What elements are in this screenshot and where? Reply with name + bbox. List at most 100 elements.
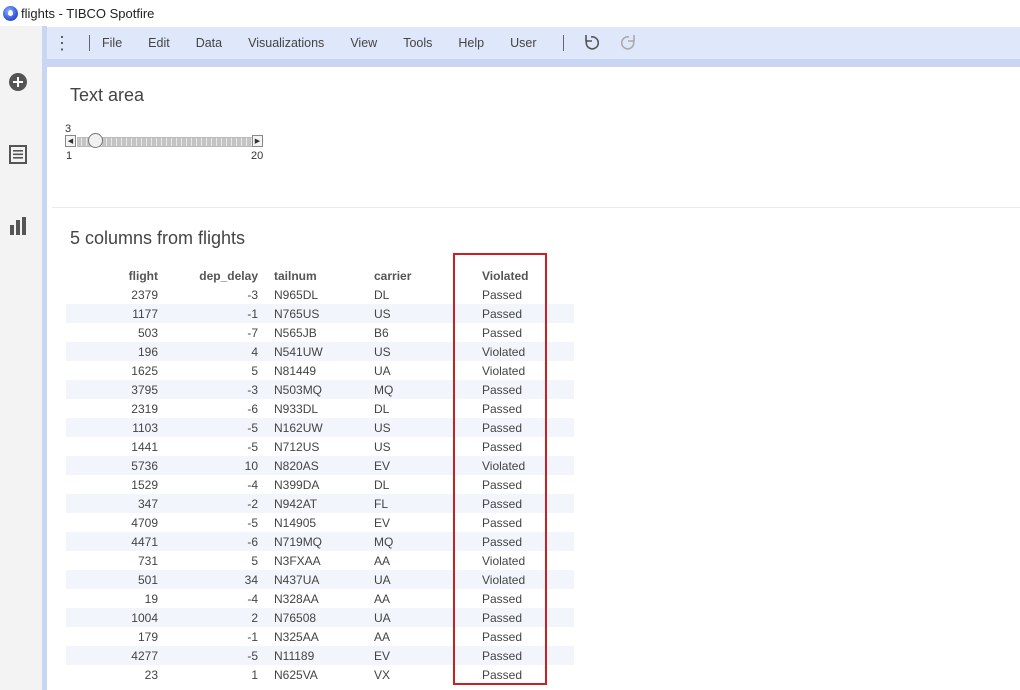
cell-tailnum: N437UA bbox=[258, 570, 374, 589]
cell-flight: 23 bbox=[66, 665, 158, 684]
menu-data[interactable]: Data bbox=[196, 36, 222, 50]
cell-tailnum: N503MQ bbox=[258, 380, 374, 399]
cell-tailnum: N3FXAA bbox=[258, 551, 374, 570]
cell-violated: Violated bbox=[474, 551, 574, 570]
cell-tailnum: N625VA bbox=[258, 665, 374, 684]
cell-flight: 2319 bbox=[66, 399, 158, 418]
table-row[interactable]: 4709 -5 N14905 EV Passed bbox=[66, 513, 574, 532]
cell-dep-delay: -6 bbox=[158, 399, 258, 418]
cell-violated: Violated bbox=[474, 456, 574, 475]
cell-dep-delay: -1 bbox=[158, 627, 258, 646]
cell-flight: 4277 bbox=[66, 646, 158, 665]
menu-tools[interactable]: Tools bbox=[403, 36, 432, 50]
table-row[interactable]: 731 5 N3FXAA AA Violated bbox=[66, 551, 574, 570]
slider-right-arrow-icon[interactable]: ▶ bbox=[252, 135, 263, 147]
cell-tailnum: N965DL bbox=[258, 285, 374, 304]
cell-dep-delay: -3 bbox=[158, 380, 258, 399]
column-header-dep-delay[interactable]: dep_delay bbox=[158, 266, 258, 285]
add-circle-icon[interactable] bbox=[8, 72, 28, 92]
cell-dep-delay: -1 bbox=[158, 304, 258, 323]
column-header-violated[interactable]: Violated bbox=[474, 266, 574, 285]
cell-flight: 1625 bbox=[66, 361, 158, 380]
table-row[interactable]: 19 -4 N328AA AA Passed bbox=[66, 589, 574, 608]
cell-violated: Passed bbox=[474, 380, 574, 399]
table-row[interactable]: 347 -2 N942AT FL Passed bbox=[66, 494, 574, 513]
title-bar: flights - TIBCO Spotfire bbox=[0, 0, 1020, 26]
table-row[interactable]: 503 -7 N565JB B6 Passed bbox=[66, 323, 574, 342]
cell-dep-delay: 5 bbox=[158, 361, 258, 380]
table-row[interactable]: 1625 5 N81449 UA Violated bbox=[66, 361, 574, 380]
cell-violated: Passed bbox=[474, 494, 574, 513]
window-title: flights - TIBCO Spotfire bbox=[21, 5, 155, 21]
cell-tailnum: N765US bbox=[258, 304, 374, 323]
cell-flight: 1441 bbox=[66, 437, 158, 456]
cell-violated: Passed bbox=[474, 323, 574, 342]
document-list-icon[interactable] bbox=[8, 144, 28, 164]
cell-dep-delay: -5 bbox=[158, 513, 258, 532]
cell-violated: Passed bbox=[474, 532, 574, 551]
undo-icon[interactable] bbox=[582, 34, 600, 52]
cell-dep-delay: 10 bbox=[158, 456, 258, 475]
cell-carrier: UA bbox=[374, 570, 474, 589]
menu-help[interactable]: Help bbox=[458, 36, 484, 50]
table-row[interactable]: 2379 -3 N965DL DL Passed bbox=[66, 285, 574, 304]
table-row[interactable]: 23 1 N625VA VX Passed bbox=[66, 665, 574, 684]
cell-tailnum: N14905 bbox=[258, 513, 374, 532]
nav-divider bbox=[42, 26, 47, 690]
cell-violated: Passed bbox=[474, 608, 574, 627]
column-header-tailnum[interactable]: tailnum bbox=[258, 266, 374, 285]
cell-violated: Passed bbox=[474, 513, 574, 532]
menu-user[interactable]: User bbox=[510, 36, 536, 50]
slider-left-arrow-icon[interactable]: ◀ bbox=[65, 135, 76, 147]
redo-icon[interactable] bbox=[620, 34, 638, 52]
cell-flight: 347 bbox=[66, 494, 158, 513]
table-row[interactable]: 4471 -6 N719MQ MQ Passed bbox=[66, 532, 574, 551]
table-row[interactable]: 1103 -5 N162UW US Passed bbox=[66, 418, 574, 437]
vertical-dots-icon[interactable]: ⋮ bbox=[47, 34, 77, 52]
table-row[interactable]: 1177 -1 N765US US Passed bbox=[66, 304, 574, 323]
column-header-carrier[interactable]: carrier bbox=[374, 266, 474, 285]
bar-chart-icon[interactable] bbox=[8, 216, 28, 236]
table-row[interactable]: 5736 10 N820AS EV Violated bbox=[66, 456, 574, 475]
table-row[interactable]: 4277 -5 N11189 EV Passed bbox=[66, 646, 574, 665]
slider[interactable]: 3 ◀ ▶ 1 20 bbox=[64, 123, 269, 163]
cell-carrier: DL bbox=[374, 285, 474, 304]
menu-visualizations[interactable]: Visualizations bbox=[248, 36, 324, 50]
cell-tailnum: N719MQ bbox=[258, 532, 374, 551]
table-row[interactable]: 1529 -4 N399DA DL Passed bbox=[66, 475, 574, 494]
cell-violated: Passed bbox=[474, 665, 574, 684]
cell-carrier: AA bbox=[374, 589, 474, 608]
table-row[interactable]: 179 -1 N325AA AA Passed bbox=[66, 627, 574, 646]
cell-violated: Passed bbox=[474, 646, 574, 665]
cell-tailnum: N76508 bbox=[258, 608, 374, 627]
table-row[interactable]: 1441 -5 N712US US Passed bbox=[66, 437, 574, 456]
cell-dep-delay: -6 bbox=[158, 532, 258, 551]
table-row[interactable]: 501 34 N437UA UA Violated bbox=[66, 570, 574, 589]
cell-tailnum: N820AS bbox=[258, 456, 374, 475]
cell-carrier: B6 bbox=[374, 323, 474, 342]
cell-dep-delay: -7 bbox=[158, 323, 258, 342]
cell-violated: Passed bbox=[474, 437, 574, 456]
menu-separator bbox=[562, 35, 564, 51]
cell-violated: Passed bbox=[474, 418, 574, 437]
slider-track[interactable] bbox=[77, 137, 253, 147]
table-row[interactable]: 1004 2 N76508 UA Passed bbox=[66, 608, 574, 627]
menu-file[interactable]: File bbox=[102, 36, 122, 50]
menu-edit[interactable]: Edit bbox=[148, 36, 170, 50]
table-row[interactable]: 2319 -6 N933DL DL Passed bbox=[66, 399, 574, 418]
cell-dep-delay: -2 bbox=[158, 494, 258, 513]
menu-view[interactable]: View bbox=[350, 36, 377, 50]
cell-carrier: VX bbox=[374, 665, 474, 684]
cell-carrier: DL bbox=[374, 475, 474, 494]
cell-violated: Passed bbox=[474, 475, 574, 494]
table-row[interactable]: 3795 -3 N503MQ MQ Passed bbox=[66, 380, 574, 399]
table-row[interactable]: 196 4 N541UW US Violated bbox=[66, 342, 574, 361]
cell-violated: Violated bbox=[474, 342, 574, 361]
cell-tailnum: N325AA bbox=[258, 627, 374, 646]
column-header-flight[interactable]: flight bbox=[66, 266, 158, 285]
cell-flight: 179 bbox=[66, 627, 158, 646]
cell-dep-delay: 4 bbox=[158, 342, 258, 361]
table-header-row: flight dep_delay tailnum carrier Violate… bbox=[66, 266, 574, 285]
cell-flight: 1529 bbox=[66, 475, 158, 494]
slider-min-label: 1 bbox=[66, 150, 73, 162]
